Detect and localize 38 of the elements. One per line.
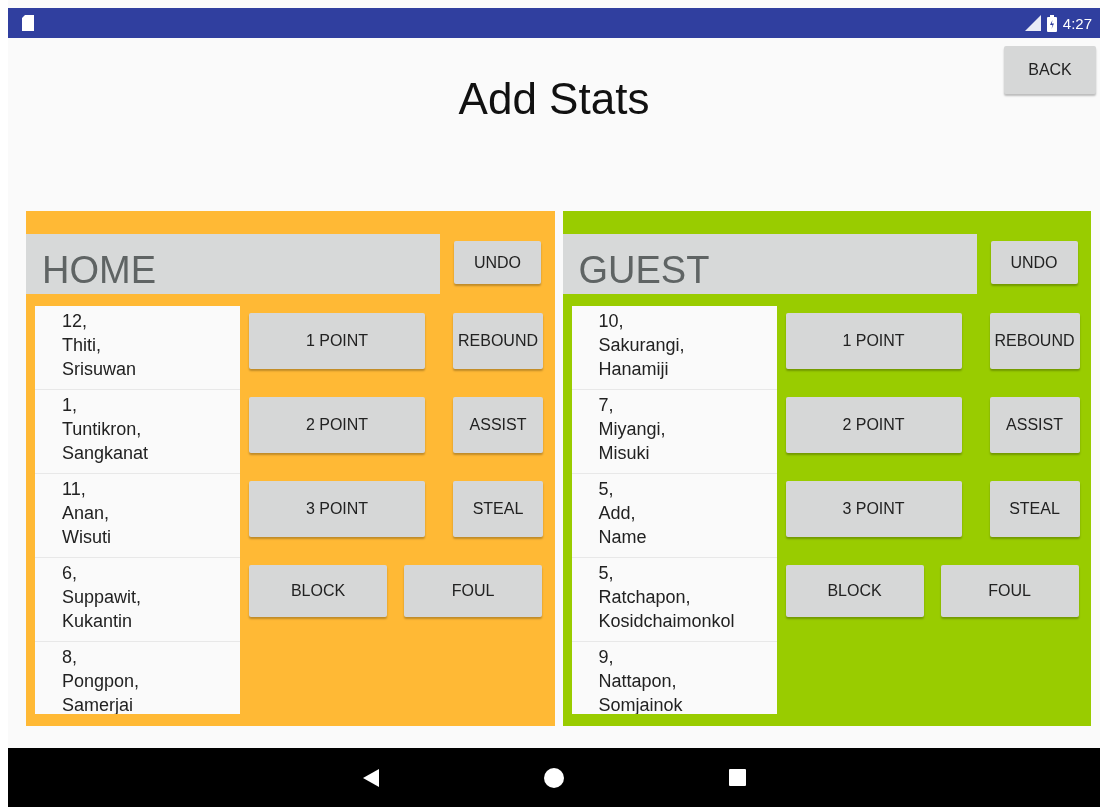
stat-button[interactable]: 1 POINT (249, 313, 425, 369)
player-item[interactable]: 9, Nattapon, Somjainok (571, 642, 777, 714)
stat-button[interactable]: REBOUND (453, 313, 543, 369)
player-item[interactable]: 6, Suppawit, Kukantin (35, 558, 240, 642)
stat-button[interactable]: 2 POINT (785, 397, 962, 453)
sim-card-icon (22, 15, 34, 31)
stat-button[interactable]: ASSIST (989, 397, 1080, 453)
player-item[interactable]: 5, Add, Name (571, 474, 777, 558)
stat-button[interactable]: 3 POINT (249, 481, 425, 537)
player-item[interactable]: 7, Miyangi, Misuki (571, 390, 777, 474)
undo-button[interactable]: UNDO (990, 241, 1078, 284)
stat-button[interactable]: BLOCK (785, 565, 924, 617)
battery-icon (1046, 14, 1057, 32)
stat-button[interactable]: BLOCK (249, 565, 387, 617)
team-name: HOME (26, 234, 440, 294)
home-icon[interactable] (543, 767, 564, 788)
player-item[interactable]: 5, Ratchapon, Kosidchaimonkol (571, 558, 777, 642)
back-button[interactable]: BACK (1004, 46, 1096, 94)
back-icon[interactable] (362, 768, 379, 787)
stat-button[interactable]: 2 POINT (249, 397, 425, 453)
player-item[interactable]: 1, Tuntikron, Sangkanat (35, 390, 240, 474)
stat-button[interactable]: FOUL (404, 565, 542, 617)
player-item[interactable]: 11, Anan, Wisuti (35, 474, 240, 558)
stat-button[interactable]: FOUL (940, 565, 1079, 617)
clock: 4:27 (1062, 14, 1092, 32)
stat-button[interactable]: 3 POINT (785, 481, 962, 537)
player-item[interactable]: 8, Pongpon, Samerjai (35, 642, 240, 714)
stat-button[interactable]: STEAL (453, 481, 543, 537)
team-name: GUEST (562, 234, 977, 294)
page-title: Add Stats (457, 74, 651, 124)
undo-button[interactable]: UNDO (454, 241, 541, 284)
stat-button[interactable]: REBOUND (989, 313, 1080, 369)
player-item[interactable]: 10, Sakurangi, Hanamiji (571, 306, 777, 390)
stat-button[interactable]: STEAL (989, 481, 1080, 537)
stat-button[interactable]: ASSIST (453, 397, 543, 453)
player-item[interactable]: 12, Thiti, Srisuwan (35, 306, 240, 390)
stat-button[interactable]: 1 POINT (785, 313, 962, 369)
recents-icon[interactable] (728, 769, 746, 786)
